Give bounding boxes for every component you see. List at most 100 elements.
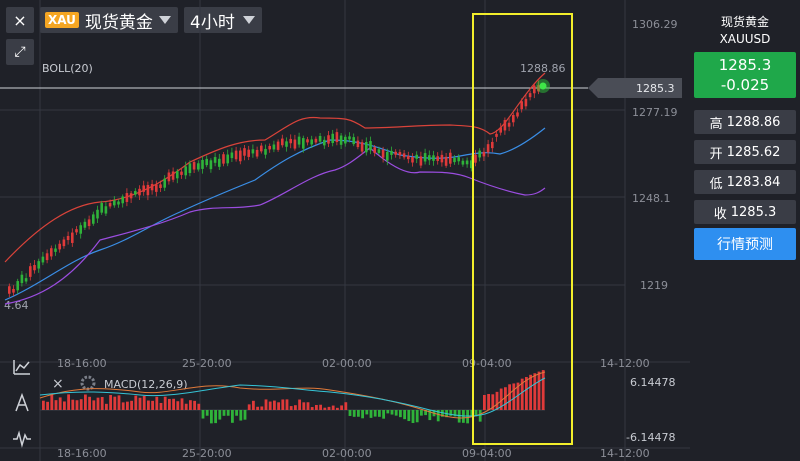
candle-body xyxy=(276,141,280,150)
time-label-b3: 02-00:00 xyxy=(322,447,372,460)
macd-bar xyxy=(386,410,390,414)
macd-bar xyxy=(457,410,461,423)
macd-bar xyxy=(260,406,264,410)
candle-body xyxy=(339,135,343,145)
macd-bar xyxy=(239,410,243,421)
candle-body xyxy=(486,144,490,153)
macd-bar xyxy=(172,398,175,410)
macd-bar xyxy=(390,410,394,415)
macd-bar xyxy=(71,399,75,410)
draw-tool-button[interactable] xyxy=(6,388,38,418)
macd-bar xyxy=(201,410,205,419)
candle-body xyxy=(104,206,108,214)
macd-bar xyxy=(58,397,62,410)
candle-body xyxy=(310,139,313,145)
macd-bar xyxy=(180,398,184,410)
stat-high: 高 1288.86 xyxy=(694,110,796,134)
candle-body xyxy=(373,147,376,154)
candle-body xyxy=(209,160,213,170)
macd-bar xyxy=(382,410,385,419)
macd-bar xyxy=(369,410,373,418)
macd-bar xyxy=(407,410,411,422)
candle-body xyxy=(222,154,225,164)
macd-bar xyxy=(121,402,125,410)
candle-body xyxy=(108,203,112,207)
candle-body xyxy=(188,163,192,174)
price-label-1277: 1277.19 xyxy=(632,106,678,119)
candle-body xyxy=(499,127,502,133)
stat-open-value: 1285.62 xyxy=(726,144,781,160)
candle-body xyxy=(461,160,465,165)
stat-low: 低 1283.84 xyxy=(694,170,796,194)
wave-tool-button[interactable] xyxy=(6,424,38,454)
candle-body xyxy=(66,235,70,241)
forecast-button[interactable]: 行情预测 xyxy=(694,228,796,260)
candle-body xyxy=(92,214,95,224)
candle-body xyxy=(348,136,351,140)
candle-body xyxy=(41,256,45,263)
macd-bar xyxy=(231,410,234,423)
macd-bar xyxy=(109,395,112,410)
macd-bar xyxy=(42,400,45,410)
macd-bar xyxy=(159,402,163,410)
candle-body xyxy=(121,196,124,204)
stat-low-label: 低 xyxy=(709,176,723,192)
candle-body xyxy=(428,155,431,161)
macd-bar xyxy=(525,377,528,410)
macd-bar xyxy=(155,396,159,410)
candle-body xyxy=(180,171,183,175)
macd-bar xyxy=(348,410,352,416)
macd-bar xyxy=(147,400,150,410)
candle-body xyxy=(402,153,406,158)
candle-body xyxy=(302,138,305,149)
macd-bar xyxy=(151,400,154,410)
candle-body xyxy=(45,253,49,261)
candle-body xyxy=(213,157,217,163)
macd-bar xyxy=(294,405,297,410)
price-chart[interactable]: 1306.29 1277.19 1248.1 1219 1285.3 BOLL(… xyxy=(0,0,690,461)
candle-body xyxy=(365,142,368,153)
macd-bar xyxy=(357,410,360,417)
candle-body xyxy=(360,142,364,152)
candle-body xyxy=(83,221,87,228)
macd-bar xyxy=(226,410,230,416)
gear-icon[interactable] xyxy=(80,375,96,391)
macd-bar xyxy=(268,401,272,410)
macd-close-icon[interactable]: × xyxy=(52,376,64,392)
macd-bar xyxy=(67,394,70,410)
candle-body xyxy=(100,203,103,213)
candle-body xyxy=(449,152,452,164)
macd-bar xyxy=(529,374,532,410)
macd-bar xyxy=(50,394,54,410)
candle-body xyxy=(75,229,78,233)
candle-body xyxy=(377,149,381,154)
macd-bar xyxy=(264,399,268,410)
macd-bar xyxy=(340,405,343,410)
stat-close: 收 1285.3 xyxy=(694,200,796,224)
price-box: 1285.3 -0.025 xyxy=(694,52,796,98)
macd-bar xyxy=(277,402,280,410)
macd-bar xyxy=(222,410,226,416)
candle-body xyxy=(491,141,494,149)
macd-bar xyxy=(168,398,171,410)
quote-title: 现货黄金 XAUUSD xyxy=(690,14,800,48)
candle-body xyxy=(344,136,347,144)
macd-bar xyxy=(96,397,100,410)
macd-bar xyxy=(210,410,213,424)
candle-body xyxy=(138,188,141,196)
candle-body xyxy=(457,157,460,162)
macd-bar xyxy=(323,407,327,410)
macd-bar xyxy=(63,401,66,410)
time-label-b2: 25-20:00 xyxy=(182,447,232,460)
pen-icon xyxy=(15,393,29,412)
macd-bar xyxy=(205,410,209,416)
macd-bar xyxy=(247,404,251,410)
macd-bar xyxy=(319,404,322,410)
macd-bar xyxy=(117,395,121,410)
quote-code: XAUUSD xyxy=(719,32,771,46)
indicator-tool-button[interactable] xyxy=(6,352,38,382)
macd-bar xyxy=(84,394,87,410)
candle-body xyxy=(58,243,61,250)
candle-body xyxy=(419,156,423,166)
macd-bar xyxy=(126,401,129,410)
